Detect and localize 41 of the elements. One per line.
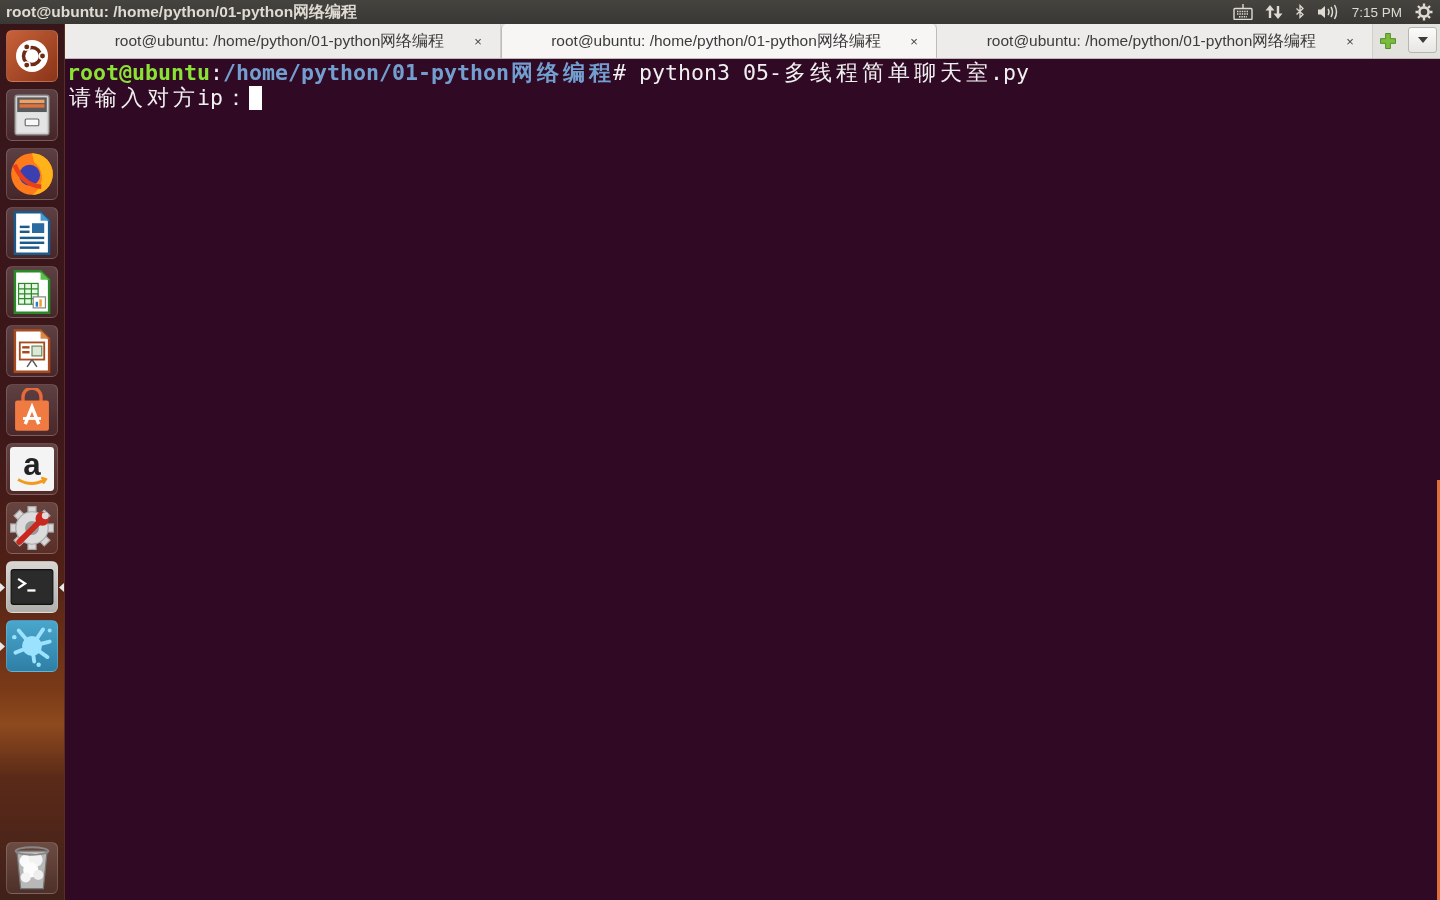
keyboard-icon[interactable] [1232,4,1253,20]
up-down-arrows-icon[interactable] [1264,4,1283,20]
launcher-button[interactable] [6,842,58,894]
tab-close-button[interactable]: × [1340,31,1360,51]
splash-icon [11,625,53,667]
scrollbar-indicator[interactable] [1437,480,1440,900]
document-icon [12,211,52,255]
bluetooth-icon[interactable] [1294,4,1305,20]
window-title: root@ubuntu: /home/python/01-python网络编程 [6,1,358,22]
launcher-button[interactable] [6,207,58,259]
terminal-line: 请输入对方ip： [68,85,248,110]
clock-text[interactable]: 7:15 PM [1351,4,1402,20]
gear-icon[interactable] [1415,3,1433,21]
file-cabinet-icon [13,94,51,136]
terminal-screen[interactable]: root@ubuntu:/home/python/01-python网络编程# python3 05-多线程简单聊天室.py 请输入对方ip： [65,59,1440,900]
trash-can-icon [13,846,51,890]
tab-close-button[interactable]: × [468,31,488,51]
plus-icon [1380,33,1396,49]
terminal-tab[interactable]: root@ubuntu: /home/python/01-python网络编程 × [937,24,1373,58]
launcher-button[interactable] [6,502,58,554]
terminal-icon [10,568,54,606]
launcher-button[interactable] [6,30,58,82]
tab-menu-button[interactable] [1408,27,1437,53]
volume-icon[interactable] [1316,4,1339,20]
spreadsheet-icon [12,270,52,314]
launcher-button[interactable] [6,266,58,318]
ring-logo-icon [16,40,48,72]
shopping-bag-icon [12,388,52,432]
launcher-button[interactable] [6,561,58,613]
launcher-button[interactable] [6,89,58,141]
terminal-tab[interactable]: root@ubuntu: /home/python/01-python网络编程 × [501,24,937,58]
launcher-button[interactable] [6,325,58,377]
tab-close-button[interactable]: × [904,31,924,51]
presentation-icon [12,329,52,373]
caret-icon [1417,37,1428,43]
launcher-button[interactable] [6,148,58,200]
gear-wrench-icon [10,506,54,550]
launcher-button[interactable] [6,384,58,436]
flame-globe-icon [10,152,54,196]
terminal-line: root@ubuntu:/home/python/01-python网络编程# python3 05-多线程简单聊天室.py [67,61,1030,86]
terminal-tab[interactable]: root@ubuntu: /home/python/01-python网络编程 × [65,24,501,58]
